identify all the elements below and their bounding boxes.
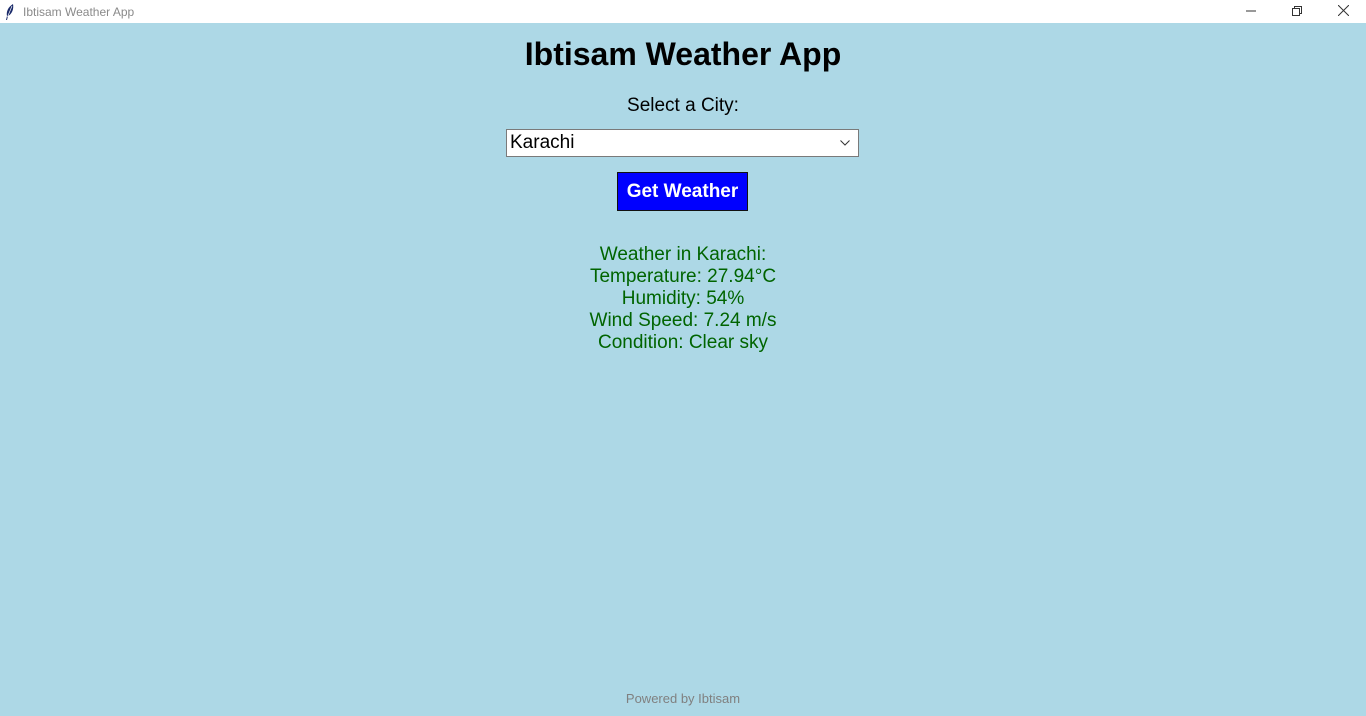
chevron-down-icon bbox=[840, 138, 854, 148]
weather-info: Weather in Karachi: Temperature: 27.94°C… bbox=[0, 244, 1366, 354]
city-select[interactable]: Karachi bbox=[506, 129, 859, 157]
city-label: Select a City: bbox=[627, 95, 739, 116]
humidity-text: Humidity: 54% bbox=[621, 288, 745, 309]
window-title: Ibtisam Weather App bbox=[23, 4, 135, 19]
temperature-text: Temperature: 27.94°C bbox=[589, 266, 777, 287]
footer-credit: Powered by Ibtisam bbox=[625, 691, 741, 706]
restore-icon bbox=[1292, 3, 1302, 21]
window-controls bbox=[1228, 0, 1366, 23]
close-button[interactable] bbox=[1320, 0, 1366, 23]
minimize-button[interactable] bbox=[1228, 0, 1274, 23]
app-heading: Ibtisam Weather App bbox=[524, 36, 842, 72]
weather-title: Weather in Karachi: bbox=[599, 244, 767, 265]
title-bar: Ibtisam Weather App bbox=[0, 0, 1366, 23]
wind-speed-text: Wind Speed: 7.24 m/s bbox=[589, 310, 777, 331]
feather-icon bbox=[5, 3, 17, 20]
condition-text: Condition: Clear sky bbox=[597, 332, 769, 353]
minimize-icon bbox=[1246, 3, 1256, 21]
close-icon bbox=[1337, 3, 1349, 21]
city-select-value: Karachi bbox=[510, 132, 575, 153]
get-weather-button[interactable]: Get Weather bbox=[617, 172, 748, 211]
restore-button[interactable] bbox=[1274, 0, 1320, 23]
